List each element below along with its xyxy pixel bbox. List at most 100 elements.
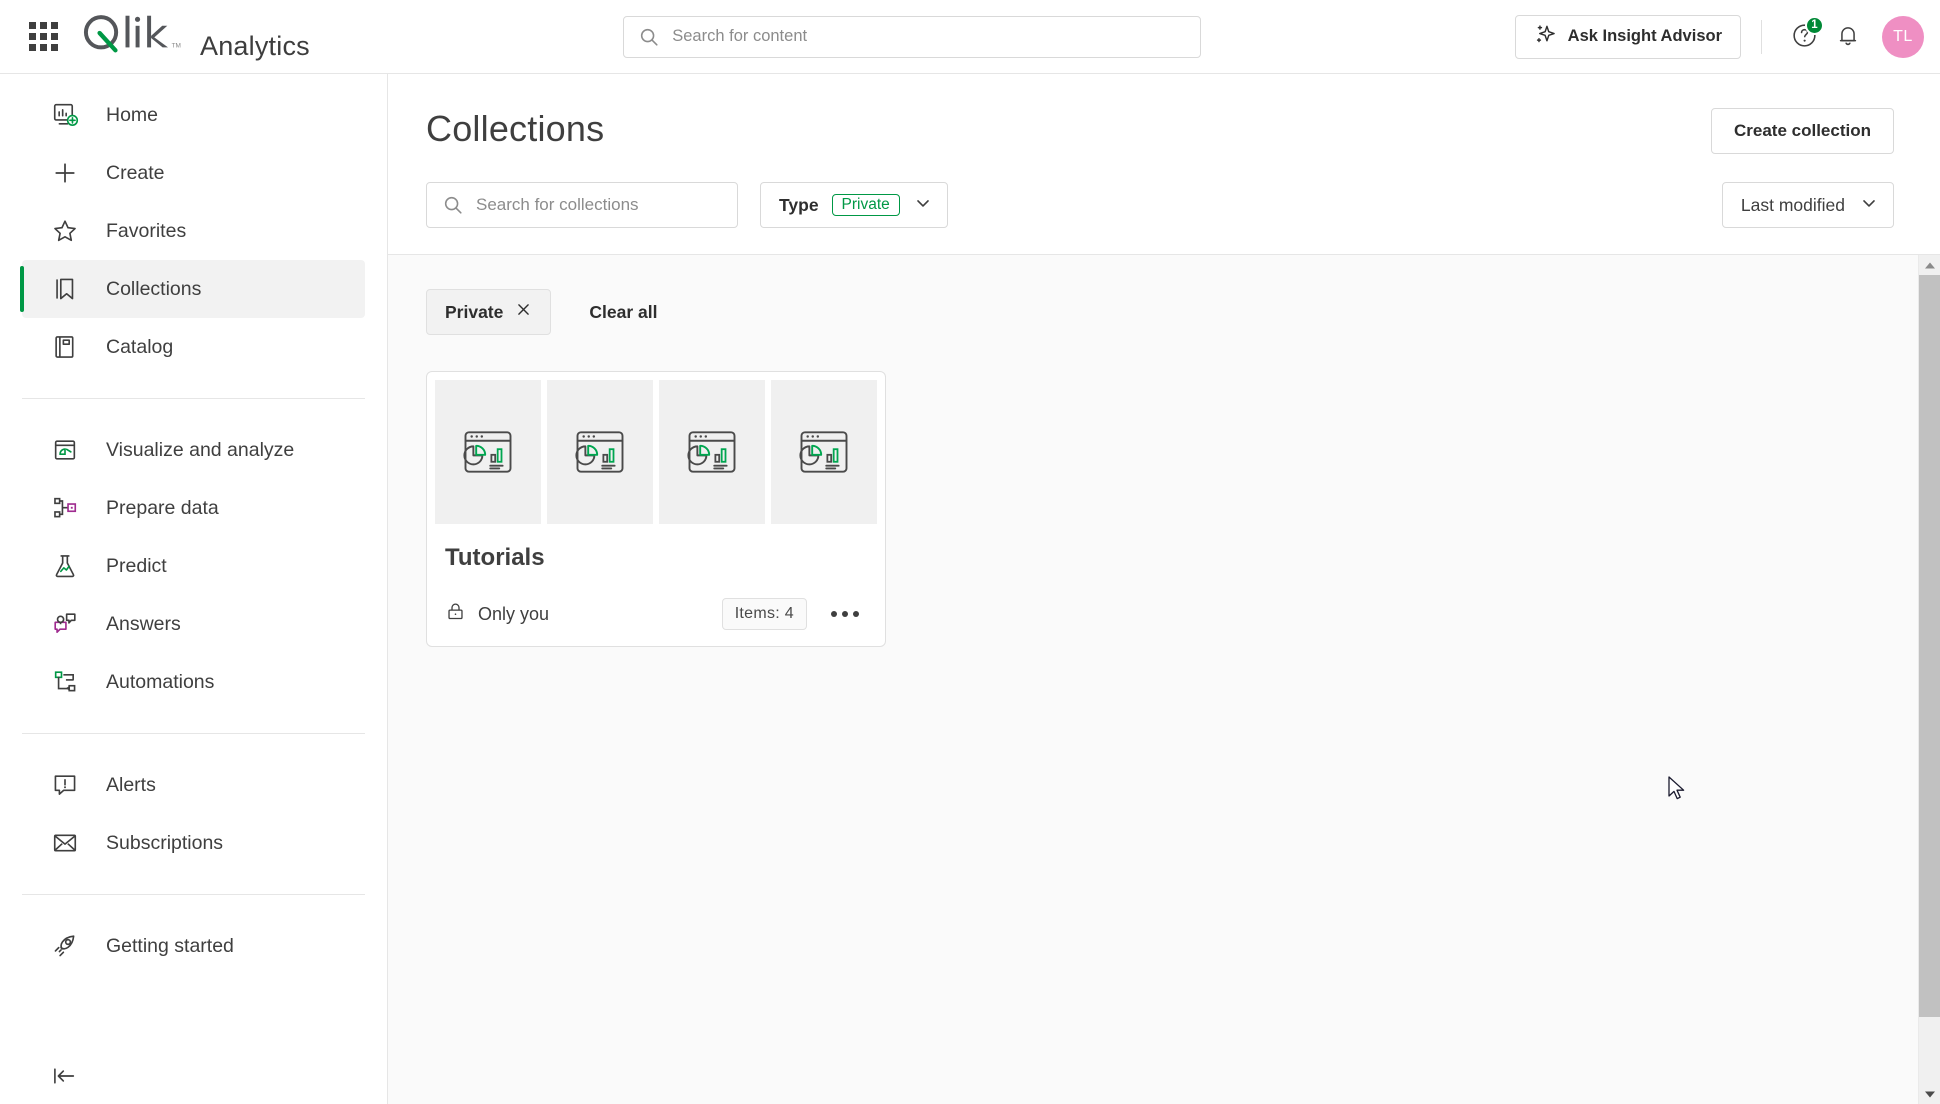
page-body: Home Create Favorites Collections Catalo…	[0, 74, 1940, 1104]
content-scrollbar[interactable]	[1918, 255, 1940, 1104]
type-filter-value-badge: Private	[831, 193, 900, 217]
left-sidebar-navigation: Home Create Favorites Collections Catalo…	[0, 74, 388, 1104]
collections-main-content: Collections Create collection Type	[388, 74, 1940, 1104]
global-search-input[interactable]	[672, 27, 1201, 46]
automations-flow-icon	[50, 667, 80, 697]
lock-icon	[445, 601, 466, 627]
chip-label: Private	[445, 301, 504, 322]
user-avatar[interactable]: TL	[1882, 15, 1924, 58]
sidebar-item-subscriptions[interactable]: Subscriptions	[22, 814, 365, 872]
sparkle-icon	[1534, 23, 1557, 51]
notifications-button[interactable]	[1826, 15, 1870, 59]
active-filter-chip-private[interactable]: Private	[426, 289, 552, 335]
avatar-initials: TL	[1893, 27, 1913, 45]
help-notification-badge: 1	[1805, 15, 1824, 35]
collections-search-box[interactable]	[426, 182, 738, 228]
sidebar-item-label: Getting started	[106, 934, 234, 957]
collections-header: Collections Create collection	[388, 74, 1940, 154]
collections-card-grid: Tutorials Only you Items: 4	[426, 371, 1894, 647]
sidebar-item-label: Collections	[106, 277, 202, 300]
sidebar-item-label: Subscriptions	[106, 831, 224, 854]
sidebar-item-label: Create	[106, 161, 165, 184]
ask-insight-advisor-label: Ask Insight Advisor	[1567, 27, 1722, 45]
sidebar-divider-2	[22, 733, 365, 734]
collection-card-body: Tutorials Only you Items: 4	[427, 524, 885, 646]
search-icon	[442, 194, 464, 216]
sidebar-item-label: Home	[106, 103, 159, 126]
collection-thumbnail	[547, 380, 653, 524]
sidebar-item-favorites[interactable]: Favorites	[22, 202, 365, 260]
sidebar-item-alerts[interactable]: Alerts	[22, 756, 365, 814]
collapse-left-arrow-icon	[50, 1062, 78, 1095]
sidebar-item-home[interactable]: Home	[22, 86, 365, 144]
sidebar-divider-1	[22, 398, 365, 399]
sidebar-item-label: Predict	[106, 554, 167, 577]
sidebar-item-catalog[interactable]: Catalog	[22, 318, 365, 376]
sidebar-item-visualize-and-analyze[interactable]: Visualize and analyze	[22, 421, 365, 479]
create-collection-button[interactable]: Create collection	[1711, 108, 1894, 154]
bookmark-icon	[50, 274, 80, 304]
collection-items-badge: Items: 4	[721, 598, 807, 630]
collection-more-actions-button[interactable]	[823, 607, 867, 621]
global-search-box[interactable]	[623, 15, 1202, 58]
sidebar-item-label: Visualize and analyze	[106, 438, 295, 461]
clear-all-filters-button[interactable]: Clear all	[583, 302, 663, 323]
collection-owner-label: Only you	[478, 603, 550, 624]
waffle-grid-icon	[28, 22, 58, 51]
sidebar-item-getting-started[interactable]: Getting started	[22, 917, 365, 975]
sort-dropdown[interactable]: Last modified	[1721, 182, 1894, 228]
close-icon[interactable]	[515, 301, 532, 323]
alert-bubble-icon	[50, 770, 80, 800]
sidebar-item-collections[interactable]: Collections	[20, 260, 365, 318]
sidebar-item-prepare-data[interactable]: Prepare data	[22, 479, 365, 537]
search-icon	[638, 26, 660, 48]
collection-thumbnail	[771, 380, 877, 524]
collection-meta-row: Only you Items: 4	[445, 598, 867, 630]
sidebar-item-answers[interactable]: Answers	[22, 595, 365, 653]
top-navigation-bar: TM Analytics Search for content Ask Insi…	[0, 0, 1940, 74]
scroll-up-arrow-icon[interactable]	[1919, 255, 1940, 275]
app-chart-icon	[799, 431, 848, 473]
collection-thumbnail-strip	[427, 372, 885, 524]
sidebar-item-label: Automations	[106, 670, 215, 693]
type-filter-dropdown[interactable]: Type Private	[760, 182, 948, 228]
sidebar-item-label: Catalog	[106, 335, 174, 358]
chevron-down-icon	[1859, 193, 1879, 218]
flask-predict-icon	[50, 551, 80, 581]
sidebar-item-create[interactable]: Create	[22, 144, 365, 202]
collapse-sidebar-button[interactable]	[0, 1052, 387, 1104]
active-filters-row: Private Clear all	[426, 289, 1894, 335]
sidebar-item-label: Alerts	[106, 773, 156, 796]
answers-chat-icon	[50, 609, 80, 639]
collections-search-input[interactable]	[476, 195, 737, 215]
app-switcher-button[interactable]	[16, 22, 70, 51]
ask-insight-advisor-button[interactable]: Ask Insight Advisor	[1514, 14, 1741, 59]
plus-icon	[50, 158, 80, 188]
app-chart-icon	[463, 431, 512, 473]
collection-card[interactable]: Tutorials Only you Items: 4	[426, 371, 886, 647]
help-button[interactable]: 1	[1782, 15, 1826, 59]
catalog-book-icon	[50, 332, 80, 362]
sidebar-item-label: Prepare data	[106, 496, 219, 519]
sidebar-item-automations[interactable]: Automations	[22, 653, 365, 711]
rocket-icon	[50, 931, 80, 961]
page-title: Collections	[426, 108, 605, 149]
filter-controls-group: Type Private	[426, 182, 948, 228]
qlik-logo-home-link[interactable]: TM Analytics	[78, 11, 310, 62]
envelope-icon	[50, 828, 80, 858]
qlik-logo-icon: TM	[83, 15, 181, 53]
sidebar-item-predict[interactable]: Predict	[22, 537, 365, 595]
visualize-chart-icon	[50, 435, 80, 465]
sort-value-label: Last modified	[1740, 194, 1845, 215]
collection-meta-actions: Items: 4	[721, 598, 867, 630]
qlik-analytics-window: TM Analytics Search for content Ask Insi…	[0, 0, 1940, 1104]
global-search-region	[310, 15, 1515, 58]
scroll-down-arrow-icon[interactable]	[1919, 1084, 1940, 1104]
top-bar-actions: Ask Insight Advisor 1 TL	[1514, 14, 1924, 59]
collections-filter-toolbar: Type Private Last modified	[388, 154, 1940, 254]
prepare-data-icon	[50, 493, 80, 523]
sidebar-item-label: Answers	[106, 612, 181, 635]
collection-title: Tutorials	[445, 544, 545, 571]
collection-visibility: Only you	[445, 601, 549, 627]
scrollbar-thumb[interactable]	[1918, 275, 1940, 1017]
